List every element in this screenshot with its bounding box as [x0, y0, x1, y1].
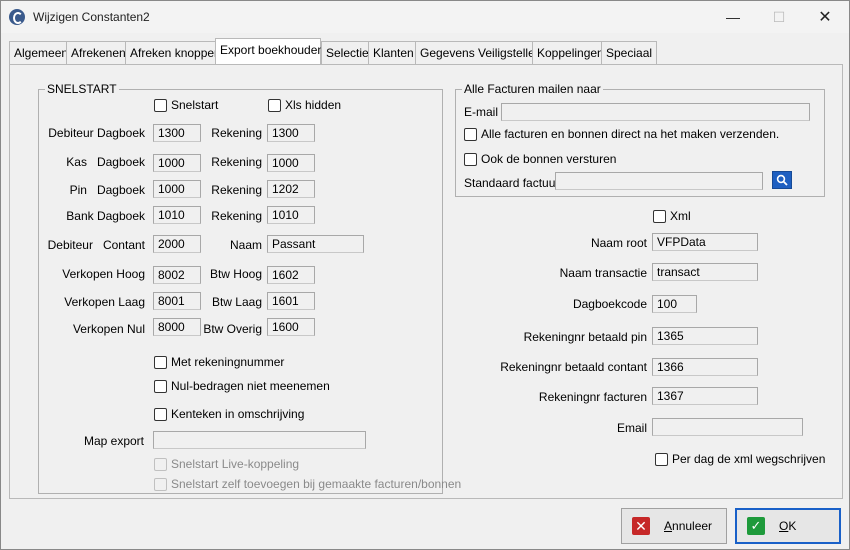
rek-contant-label: Rekeningnr betaald contant [500, 360, 647, 374]
ok-button[interactable]: ✓ OK [735, 508, 841, 544]
rek-pin-field[interactable]: 1365 [652, 327, 758, 345]
maximize-button: ☐ [772, 8, 786, 25]
rek-contant-field[interactable]: 1366 [652, 358, 758, 376]
xml-checkbox[interactable]: Xml [653, 209, 691, 223]
btw-overig-label: Btw Overig [203, 322, 262, 336]
dagboekcode-field[interactable]: 100 [652, 295, 697, 313]
search-icon [776, 174, 788, 186]
nul-bedragen-checkbox[interactable]: Nul-bedragen niet meenemen [154, 379, 330, 393]
dagboekcode-label: Dagboekcode [572, 297, 647, 311]
window-title: Wijzigen Constanten2 [33, 10, 150, 24]
xls-hidden-checkbox[interactable]: Xls hidden [268, 98, 341, 112]
checkmark-icon: ✓ [747, 517, 765, 535]
cancel-label: Annuleer [664, 519, 713, 533]
snelstart-checkbox[interactable]: Snelstart [154, 98, 218, 112]
tab-afrekenen[interactable]: Afrekenen [66, 41, 131, 65]
mail-email-label: E-mail [464, 105, 499, 119]
verkopen-hoog-field[interactable]: 8002 [153, 266, 201, 284]
naam-transactie-field[interactable]: transact [652, 263, 758, 281]
search-button[interactable] [772, 171, 792, 189]
rek-facturen-field[interactable]: 1367 [652, 387, 758, 405]
kenteken-checkbox[interactable]: Kenteken in omschrijving [154, 407, 304, 421]
kas-dagboek-field[interactable]: 1000 [153, 154, 201, 172]
verkopen-laag-field[interactable]: 8001 [153, 292, 201, 310]
debiteur-rekening-field[interactable]: 1300 [267, 124, 315, 142]
debiteur-contant-label: Debiteur Contant [47, 238, 145, 252]
verkopen-nul-label: Verkopen Nul [72, 322, 145, 336]
snelstart-group-title: SNELSTART [45, 82, 119, 96]
naam-root-label: Naam root [590, 236, 647, 250]
kas-dagboek-label: Kas Dagboek [66, 155, 145, 169]
debiteur-contant-field[interactable]: 2000 [153, 235, 201, 253]
debiteur-dagboek-field[interactable]: 1300 [153, 124, 201, 142]
mail-group-title: Alle Facturen mailen naar [462, 82, 603, 96]
naam-root-field[interactable]: VFPData [652, 233, 758, 251]
standaard-factuur-label: Standaard factuur [464, 176, 560, 190]
cancel-icon: ✕ [632, 517, 650, 535]
bank-rekening-field[interactable]: 1010 [267, 206, 315, 224]
bonnen-versturen-checkbox[interactable]: Ook de bonnen versturen [464, 152, 616, 166]
direct-verzenden-checkbox[interactable]: Alle facturen en bonnen direct na het ma… [464, 127, 779, 141]
debiteur-dagboek-label: Debiteur Dagboek [48, 126, 145, 140]
minimize-button[interactable]: — [710, 1, 756, 33]
verkopen-nul-field[interactable]: 8000 [153, 318, 201, 336]
naam-field[interactable]: Passant [267, 235, 364, 253]
verkopen-laag-label: Verkopen Laag [64, 295, 145, 309]
tab-speciaal[interactable]: Speciaal [601, 41, 658, 65]
tab-gegevens-veiligstellen[interactable]: Gegevens Veiligstellen [415, 41, 547, 65]
zelf-toevoegen-checkbox: Snelstart zelf toevoegen bij gemaakte fa… [154, 477, 461, 491]
debiteur-rekening-label: Rekening [211, 126, 262, 140]
tab-algemeen[interactable]: Algemeen [9, 41, 74, 65]
tab-koppelingen[interactable]: Koppelingen [532, 41, 609, 65]
pin-rekening-field[interactable]: 1202 [267, 180, 315, 198]
pin-dagboek-field[interactable]: 1000 [153, 180, 201, 198]
bank-dagboek-label: Bank Dagboek [66, 209, 145, 223]
kas-rekening-field[interactable]: 1000 [267, 154, 315, 172]
btw-laag-field[interactable]: 1601 [267, 292, 315, 310]
per-dag-checkbox[interactable]: Per dag de xml wegschrijven [655, 452, 825, 466]
naam-transactie-label: Naam transactie [559, 266, 647, 280]
cancel-button[interactable]: ✕ Annuleer [621, 508, 727, 544]
rek-facturen-label: Rekeningnr facturen [538, 390, 647, 404]
bank-rekening-label: Rekening [211, 209, 262, 223]
tab-klanten[interactable]: Klanten [368, 41, 419, 65]
map-export-label: Map export [83, 434, 144, 448]
pin-dagboek-label: Pin Dagboek [69, 183, 145, 197]
btw-laag-label: Btw Laag [211, 295, 262, 309]
mail-email-field[interactable] [501, 103, 810, 121]
ok-label: OK [779, 519, 797, 533]
rek-pin-label: Rekeningnr betaald pin [523, 330, 647, 344]
tab-selectie[interactable]: Selectie [321, 41, 374, 65]
app-icon [9, 9, 25, 25]
kas-rekening-label: Rekening [211, 155, 262, 169]
dialog-window: Wijzigen Constanten2 — ☐ ✕ Algemeen Afre… [0, 0, 850, 550]
standaard-factuur-field[interactable] [555, 172, 763, 190]
naam-label: Naam [229, 238, 262, 252]
xml-email-field[interactable] [652, 418, 803, 436]
title-bar: Wijzigen Constanten2 — ☐ ✕ [1, 1, 849, 33]
map-export-field[interactable] [153, 431, 366, 449]
pin-rekening-label: Rekening [211, 183, 262, 197]
btw-hoog-field[interactable]: 1602 [267, 266, 315, 284]
tab-export-boekhouden[interactable]: Export boekhouden [215, 38, 324, 66]
xml-email-label: Email [616, 421, 647, 435]
live-koppeling-checkbox: Snelstart Live-koppeling [154, 457, 299, 471]
btw-hoog-label: Btw Hoog [209, 267, 262, 281]
verkopen-hoog-label: Verkopen Hoog [62, 267, 145, 281]
close-button[interactable]: ✕ [802, 1, 848, 33]
met-rekeningnummer-checkbox[interactable]: Met rekeningnummer [154, 355, 284, 369]
tab-afreken-knoppen[interactable]: Afreken knoppen [125, 41, 226, 65]
btw-overig-field[interactable]: 1600 [267, 318, 315, 336]
bank-dagboek-field[interactable]: 1010 [153, 206, 201, 224]
